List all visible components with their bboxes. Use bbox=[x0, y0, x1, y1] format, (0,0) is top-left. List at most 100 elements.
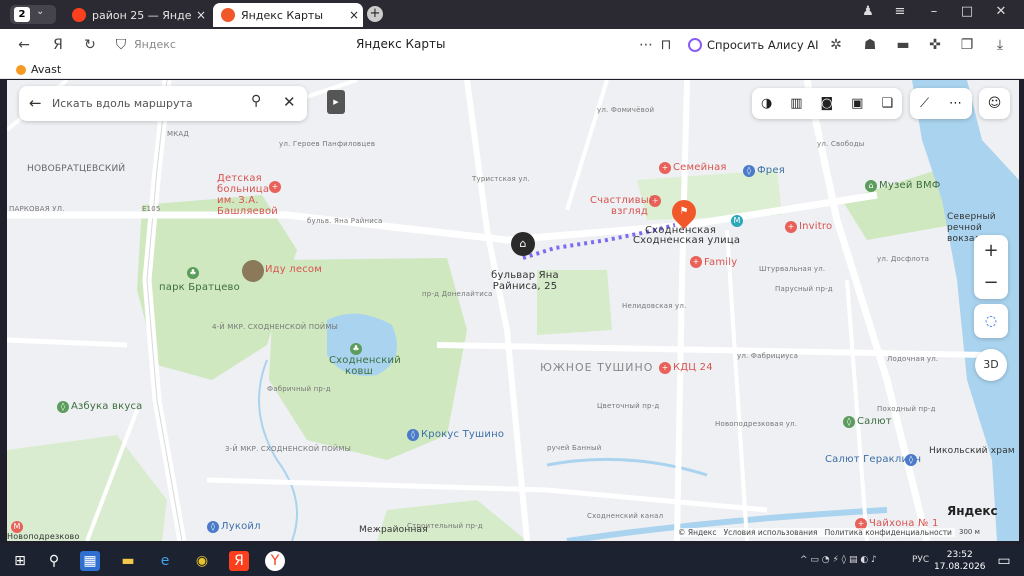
tab-maps[interactable]: Яндекс Карты × bbox=[213, 3, 363, 27]
extension-icon[interactable]: ✲ bbox=[826, 35, 846, 55]
back-arrow-icon[interactable]: ← bbox=[29, 94, 42, 112]
park-icon[interactable]: ♣ bbox=[187, 267, 199, 279]
yandex-y-icon[interactable]: Я bbox=[48, 35, 68, 55]
windows-start-icon[interactable]: ⊞ bbox=[10, 551, 30, 571]
metro-icon[interactable]: M bbox=[731, 215, 743, 227]
address-page-title[interactable]: Яндекс Карты bbox=[356, 37, 445, 51]
route-search-input[interactable] bbox=[52, 94, 237, 112]
poi-family[interactable]: Family bbox=[704, 257, 737, 268]
tab-counter-button[interactable]: 2 ⌄ bbox=[10, 5, 56, 24]
3d-button[interactable]: 3D bbox=[975, 349, 1007, 381]
layers-icon[interactable]: ❏ bbox=[881, 96, 893, 111]
notifications-icon[interactable]: ▭ bbox=[994, 551, 1014, 571]
new-tab-button[interactable]: + bbox=[367, 6, 383, 22]
puzzle-icon[interactable]: ✜ bbox=[925, 35, 945, 55]
medical-icon[interactable]: + bbox=[659, 162, 671, 174]
transit-icon[interactable]: ▣ bbox=[851, 96, 863, 111]
mall-icon[interactable]: ◊ bbox=[905, 454, 917, 466]
privacy-link[interactable]: Политика конфиденциальности bbox=[825, 528, 952, 537]
tray-icons[interactable]: ^ ▭ ◔ ⚡ ◊ ▤ ◐ ♪ bbox=[800, 555, 877, 565]
poi-invitro[interactable]: Invitro bbox=[799, 221, 832, 232]
poi-lukoil[interactable]: Лукойл bbox=[221, 521, 261, 532]
poi-kdts-24[interactable]: КДЦ 24 bbox=[673, 362, 713, 373]
poi-museum-vmf[interactable]: Музей ВМФ bbox=[879, 180, 941, 191]
maximize-button[interactable]: □ bbox=[956, 4, 978, 19]
user-avatar-button[interactable]: ☺ bbox=[979, 88, 1010, 119]
bookmark-avast[interactable]: Avast bbox=[16, 63, 61, 76]
shield-icon[interactable]: ⛉ bbox=[111, 35, 131, 55]
museum-icon[interactable]: ⌂ bbox=[865, 180, 877, 192]
mall-icon[interactable]: ◊ bbox=[407, 429, 419, 441]
map-canvas[interactable]: НОВОБРАТЦЕВСКИЙ ПАРКОВАЯ УЛ. E105 бульв.… bbox=[7, 80, 1019, 541]
medical-icon[interactable]: + bbox=[659, 362, 671, 374]
more-icon[interactable]: ⋯ bbox=[949, 96, 962, 111]
locate-me-button[interactable]: ◌ bbox=[974, 304, 1008, 338]
poi-crocus-tushino[interactable]: Крокус Тушино bbox=[421, 429, 504, 440]
poi-idu-lesom[interactable]: Иду лесом bbox=[265, 264, 322, 275]
shop-icon[interactable]: + bbox=[690, 256, 702, 268]
system-clock[interactable]: 23:52 17.08.2026 bbox=[934, 549, 986, 573]
language-indicator[interactable]: РУС bbox=[912, 555, 929, 565]
profile-icon[interactable]: ♟ bbox=[857, 4, 879, 19]
poi-semeynaya[interactable]: Семейная bbox=[673, 162, 727, 173]
reload-icon[interactable]: ↻ bbox=[80, 35, 100, 55]
close-window-button[interactable]: ✕ bbox=[990, 4, 1012, 19]
ask-alice-button[interactable]: Спросить Алису AI bbox=[688, 34, 819, 56]
terms-link[interactable]: Условия использования bbox=[724, 528, 818, 537]
chrome-icon[interactable]: ◉ bbox=[192, 551, 212, 571]
minimize-button[interactable]: – bbox=[923, 4, 945, 19]
close-tab-icon[interactable]: × bbox=[192, 8, 210, 22]
store-icon[interactable]: ◊ bbox=[57, 401, 69, 413]
lab-icon[interactable]: + bbox=[785, 221, 797, 233]
poi-azbuka-vkusa[interactable]: Азбука вкуса bbox=[71, 401, 142, 412]
road-label: ул. Фабрициуса bbox=[737, 352, 799, 360]
store-icon[interactable]: ◊ bbox=[843, 416, 855, 428]
road-label: Походный пр-д bbox=[877, 405, 936, 413]
panorama-icon[interactable]: ▥ bbox=[790, 96, 802, 111]
store-icon[interactable]: ▦ bbox=[80, 551, 100, 571]
road-label: пр-д Донелайтиса bbox=[422, 290, 493, 298]
poi-park-brattsevo[interactable]: парк Братцево bbox=[159, 282, 240, 293]
search-icon[interactable]: ⚲ bbox=[44, 551, 64, 571]
poi-khodnensky-kovsh[interactable]: Сходненский ковш bbox=[329, 355, 401, 377]
route-start-pin[interactable]: ⌂ bbox=[511, 232, 535, 256]
menu-icon[interactable]: ≡ bbox=[889, 4, 911, 19]
search-icon[interactable]: ⚲ bbox=[251, 93, 261, 109]
zoom-out-button[interactable]: − bbox=[974, 267, 1008, 299]
close-icon[interactable]: ✕ bbox=[283, 93, 296, 111]
more-dots-icon[interactable]: ⋯ bbox=[636, 35, 656, 55]
download-icon[interactable]: ⤓ bbox=[990, 35, 1010, 55]
poi-mezhrayonnaya[interactable]: Межрайонная bbox=[359, 525, 428, 535]
back-arrow-icon[interactable]: ← bbox=[14, 35, 34, 55]
tab-search[interactable]: район 25 — Яндекс: на × bbox=[64, 3, 210, 27]
poi-nikolsky-church[interactable]: Никольский храм bbox=[929, 446, 1019, 457]
fuel-icon[interactable]: ◊ bbox=[207, 521, 219, 533]
ruler-icon[interactable]: ⟋ bbox=[920, 96, 929, 111]
yandex-browser-icon[interactable]: Y bbox=[265, 551, 285, 571]
yandex-icon[interactable]: Я bbox=[229, 551, 249, 571]
poi-happy-look[interactable]: Счастливый взгляд bbox=[590, 195, 655, 217]
poi-salut[interactable]: Салют bbox=[857, 416, 892, 427]
camera-icon[interactable]: ◙ bbox=[821, 96, 834, 111]
poi-novopodrezkovo[interactable]: Новоподрезково bbox=[7, 532, 80, 541]
extension-icon[interactable]: ▬ bbox=[893, 35, 913, 55]
photo-icon[interactable] bbox=[242, 260, 264, 282]
poi-freya[interactable]: Фрея bbox=[757, 165, 785, 176]
edge-icon[interactable]: e bbox=[155, 551, 175, 571]
shop-icon[interactable]: ◊ bbox=[743, 165, 755, 177]
file-explorer-icon[interactable]: ▬ bbox=[118, 551, 138, 571]
route-end-pin[interactable]: ⚑ bbox=[667, 195, 701, 229]
park-icon[interactable]: ♣ bbox=[350, 343, 362, 355]
route-start-label[interactable]: бульвар Яна Райниса, 25 bbox=[491, 270, 559, 292]
close-tab-icon[interactable]: × bbox=[345, 8, 363, 22]
route-end-label[interactable]: Сходненская улица bbox=[633, 235, 740, 246]
extension-icon[interactable]: ☗ bbox=[860, 35, 880, 55]
poi-hospital[interactable]: Детская больница им. З.А. Башляевой bbox=[217, 173, 278, 217]
traffic-icon[interactable]: ◑ bbox=[761, 96, 772, 111]
bookmark-icon[interactable]: ⊓ bbox=[656, 35, 676, 55]
collapse-panel-button[interactable]: ▶ bbox=[327, 90, 345, 114]
address-site[interactable]: Яндекс bbox=[134, 38, 176, 51]
zoom-in-button[interactable]: + bbox=[974, 235, 1008, 267]
collections-icon[interactable]: ❐ bbox=[957, 35, 977, 55]
hospital-icon[interactable]: + bbox=[269, 181, 281, 193]
